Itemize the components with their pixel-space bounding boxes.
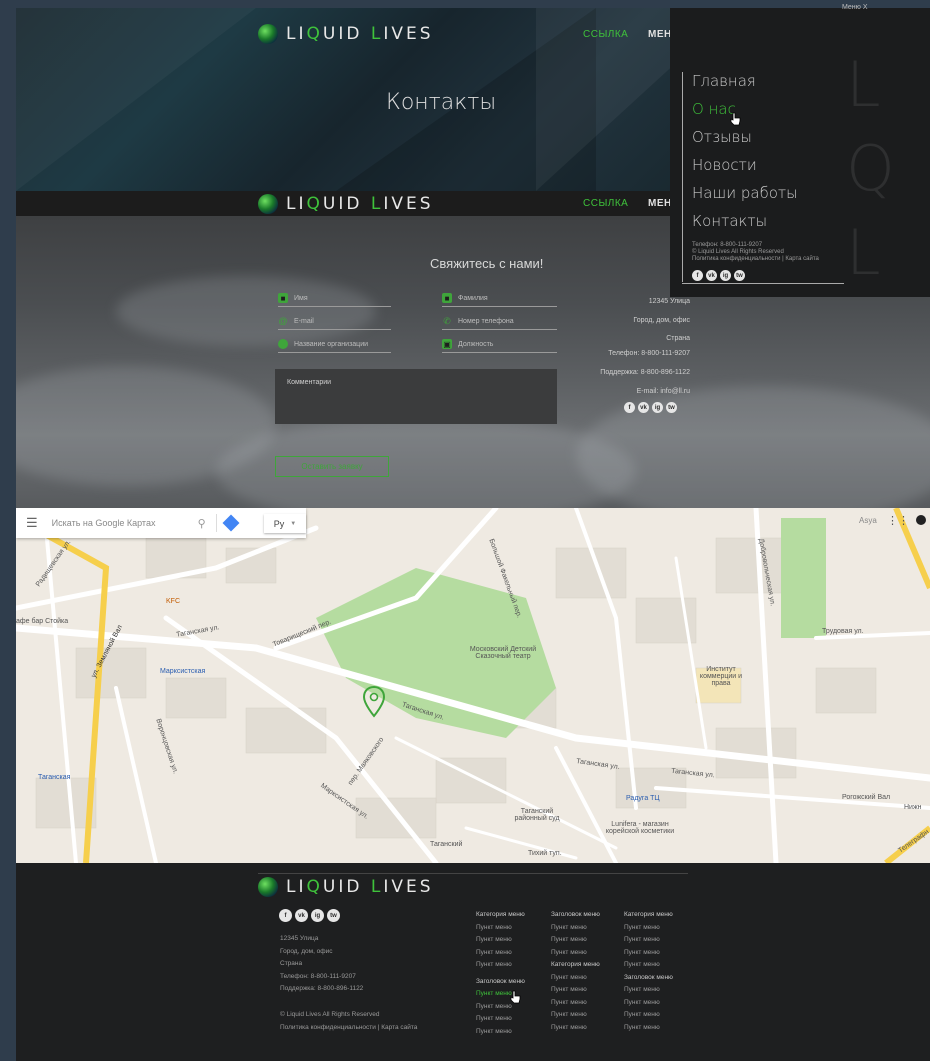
- address-street: 12345 Улица: [648, 298, 690, 305]
- phone-icon: ✆: [443, 315, 451, 326]
- logo-globe-icon: [258, 194, 278, 214]
- user-icon: ■: [442, 293, 452, 303]
- hand-cursor-icon: [730, 112, 741, 126]
- at-icon: @: [278, 316, 288, 326]
- twitter-icon[interactable]: tw: [666, 402, 677, 413]
- vk-icon[interactable]: vk: [295, 909, 308, 922]
- social-links: f vk ig tw: [624, 402, 677, 413]
- search-icon[interactable]: ⚲: [198, 517, 206, 530]
- footer-address: 12345 Улица Город, дом, офис Страна Теле…: [280, 935, 364, 992]
- phone-field[interactable]: ✆ Номер телефона: [442, 313, 557, 330]
- facebook-icon[interactable]: f: [279, 909, 292, 922]
- address-email: E-mail: info@ll.ru: [636, 388, 690, 395]
- instagram-icon[interactable]: ig: [720, 270, 731, 281]
- address-phone: Телефон: 8-800-111-9207: [608, 350, 690, 357]
- menu-item-works[interactable]: Наши работы: [692, 184, 798, 202]
- logo[interactable]: LIQUID LIVES: [258, 24, 434, 44]
- comment-textarea[interactable]: Комментарии: [275, 369, 557, 424]
- surname-field[interactable]: ■ Фамилия: [442, 290, 557, 307]
- footer-logo[interactable]: LIQUID LIVES: [258, 877, 434, 897]
- google-map[interactable]: ☰ Искать на Google Картах ⚲ Ру ▼ Asya ⋮⋮ …: [16, 508, 930, 863]
- organization-field[interactable]: Название организации: [278, 336, 391, 353]
- nav-link[interactable]: ССЫЛКА: [583, 29, 628, 40]
- map-canvas: [16, 508, 930, 863]
- overlay-menu: Меню X L Q L Главная О нас Отзывы Новост…: [670, 4, 930, 297]
- menu-info: Телефон: 8-800-111-9207 © Liquid Lives A…: [692, 242, 819, 262]
- briefcase-icon: ▣: [442, 339, 452, 349]
- hand-cursor-icon: [510, 990, 521, 1004]
- contact-title: Свяжитесь с нами!: [430, 256, 544, 271]
- twitter-icon[interactable]: tw: [327, 909, 340, 922]
- footer-menu-col-1: Категория меню Пункт меню Пункт меню Пун…: [476, 911, 525, 1035]
- logo-globe-icon: [258, 877, 278, 897]
- email-field[interactable]: @ E-mail: [278, 313, 391, 330]
- vk-icon[interactable]: vk: [638, 402, 649, 413]
- location-pin-icon[interactable]: [363, 686, 385, 718]
- instagram-icon[interactable]: ig: [311, 909, 324, 922]
- facebook-icon[interactable]: f: [624, 402, 635, 413]
- footer-menu-col-3: Категория меню Пункт меню Пункт меню Пун…: [624, 911, 673, 1031]
- avatar[interactable]: [916, 515, 926, 525]
- facebook-icon[interactable]: f: [692, 270, 703, 281]
- user-icon: ■: [278, 293, 288, 303]
- footer: LIQUID LIVES f vk ig tw 12345 Улица Горо…: [16, 863, 930, 1061]
- address-support: Поддержка: 8-800-896-1122: [600, 369, 690, 376]
- globe-icon: [278, 339, 288, 349]
- menu-item-home[interactable]: Главная: [692, 72, 756, 90]
- menu-close-button[interactable]: Меню X: [842, 4, 868, 11]
- logo-globe-icon: [258, 24, 278, 44]
- footer-menu-col-2: Заголовок меню Пункт меню Пункт меню Пун…: [551, 911, 600, 1031]
- footer-copyright: © Liquid Lives All Rights Reserved Полит…: [280, 1009, 417, 1034]
- address-country: Страна: [666, 335, 690, 342]
- position-field[interactable]: ▣ Должность: [442, 336, 557, 353]
- map-search-input[interactable]: Искать на Google Картах: [52, 518, 192, 528]
- address-city: Город, дом, офис: [633, 317, 690, 324]
- privacy-link[interactable]: Политика конфиденциальности | Карта сайт…: [280, 1022, 417, 1035]
- chevron-down-icon: ▼: [290, 520, 297, 527]
- footer-social-links: f vk ig tw: [279, 909, 340, 922]
- twitter-icon[interactable]: tw: [734, 270, 745, 281]
- logo[interactable]: LIQUID LIVES: [258, 194, 434, 214]
- page-title: Контакты: [386, 90, 497, 115]
- directions-icon[interactable]: [222, 514, 240, 532]
- map-search-bar[interactable]: ☰ Искать на Google Картах ⚲: [16, 508, 306, 538]
- vk-icon[interactable]: vk: [706, 270, 717, 281]
- menu-item-reviews[interactable]: Отзывы: [692, 128, 752, 146]
- menu-item-news[interactable]: Новости: [692, 156, 757, 174]
- menu-social-links: f vk ig tw: [692, 270, 745, 281]
- name-field[interactable]: ■ Имя: [278, 290, 391, 307]
- hamburger-icon[interactable]: ☰: [26, 515, 38, 531]
- language-select[interactable]: Ру ▼: [264, 514, 306, 533]
- submit-button[interactable]: Оставить заявку: [275, 456, 389, 477]
- apps-grid-icon[interactable]: ⋮⋮: [887, 514, 909, 527]
- map-account[interactable]: Asya: [859, 516, 877, 525]
- menu-item-contacts[interactable]: Контакты: [692, 212, 767, 230]
- instagram-icon[interactable]: ig: [652, 402, 663, 413]
- nav-link[interactable]: ССЫЛКА: [583, 198, 628, 209]
